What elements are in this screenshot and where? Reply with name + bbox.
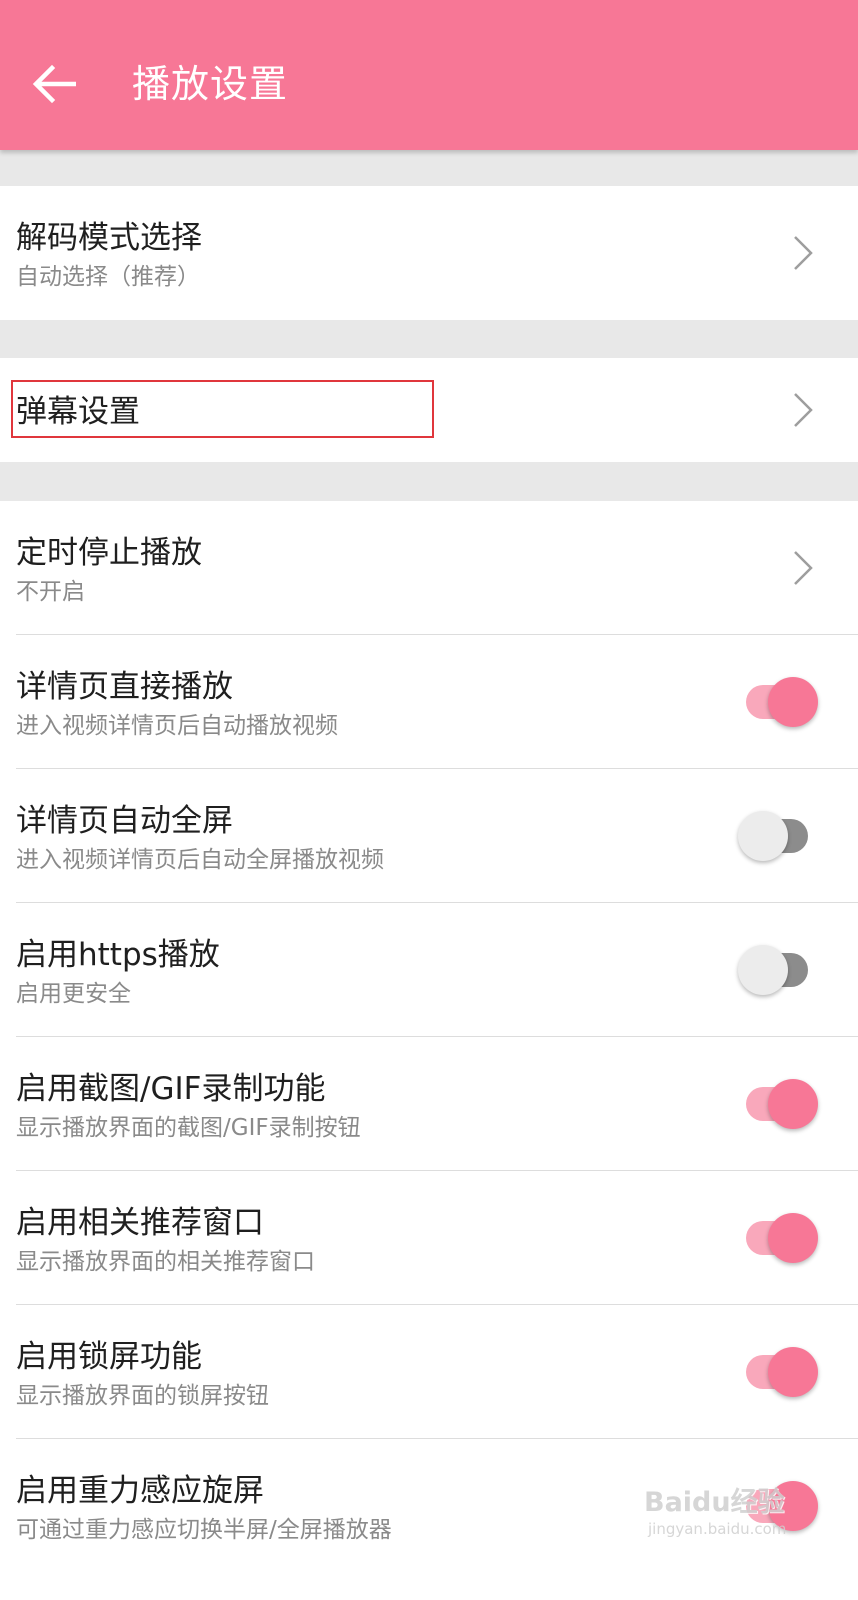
setting-subtitle: 显示播放界面的截图/GIF录制按钮	[16, 1115, 361, 1141]
toggle-knob	[768, 677, 818, 727]
setting-title: 定时停止播放	[16, 535, 202, 571]
setting-subtitle: 进入视频详情页后自动播放视频	[16, 713, 338, 739]
toggle-switch-off[interactable]	[738, 943, 818, 997]
toggle-switch-on[interactable]	[738, 1211, 818, 1265]
setting-title: 详情页自动全屏	[16, 803, 233, 839]
toggle-knob	[768, 1079, 818, 1129]
setting-row-detail-autoplay: 详情页直接播放 进入视频详情页后自动播放视频	[0, 635, 858, 769]
setting-title: 弹幕设置	[16, 394, 140, 430]
toggle-switch-off[interactable]	[738, 809, 818, 863]
page-title: 播放设置	[132, 62, 289, 106]
toggle-knob	[768, 1347, 818, 1397]
setting-subtitle: 启用更安全	[16, 981, 131, 1007]
toggle-knob	[738, 811, 788, 861]
watermark-url: jingyan.baidu.com	[648, 1520, 787, 1538]
setting-title: 启用重力感应旋屏	[16, 1473, 264, 1509]
toggle-switch-on[interactable]	[738, 675, 818, 729]
baidu-jingyan-watermark: Baidu经验 jingyan.baidu.com	[644, 1480, 824, 1550]
toggle-knob	[768, 1213, 818, 1263]
toggle-switch-on[interactable]	[738, 1345, 818, 1399]
chevron-right-icon	[794, 393, 813, 427]
chevron-right-icon	[794, 551, 813, 585]
setting-subtitle: 显示播放界面的锁屏按钮	[16, 1383, 269, 1409]
setting-subtitle: 自动选择（推荐）	[16, 264, 200, 290]
setting-row-timer-stop[interactable]: 定时停止播放 不开启	[0, 501, 858, 635]
setting-title: 详情页直接播放	[16, 669, 233, 705]
section-playback: 定时停止播放 不开启 详情页直接播放 进入视频详情页后自动播放视频 详情页自动全…	[0, 501, 858, 1600]
setting-row-https: 启用https播放 启用更安全	[0, 903, 858, 1037]
setting-row-screen-lock: 启用锁屏功能 显示播放界面的锁屏按钮	[0, 1305, 858, 1439]
setting-row-related-window: 启用相关推荐窗口 显示播放界面的相关推荐窗口	[0, 1171, 858, 1305]
setting-row-danmaku[interactable]: 弹幕设置	[0, 358, 858, 462]
setting-title: 启用https播放	[16, 937, 220, 973]
setting-title: 启用锁屏功能	[16, 1339, 202, 1375]
section-danmaku: 弹幕设置	[0, 358, 858, 462]
setting-title: 启用截图/GIF录制功能	[16, 1071, 326, 1107]
app-header: 播放设置	[0, 0, 858, 150]
section-decoder: 解码模式选择 自动选择（推荐）	[0, 186, 858, 320]
setting-title: 启用相关推荐窗口	[16, 1205, 264, 1241]
setting-subtitle: 可通过重力感应切换半屏/全屏播放器	[16, 1517, 392, 1543]
setting-row-screenshot-gif: 启用截图/GIF录制功能 显示播放界面的截图/GIF录制按钮	[0, 1037, 858, 1171]
back-button[interactable]	[22, 52, 86, 116]
chevron-right-icon	[794, 236, 813, 270]
toggle-knob	[738, 945, 788, 995]
toggle-switch-on[interactable]	[738, 1077, 818, 1131]
watermark-logo-text: Baidu经验	[644, 1487, 785, 1518]
setting-subtitle: 显示播放界面的相关推荐窗口	[16, 1249, 315, 1275]
setting-title: 解码模式选择	[16, 220, 202, 256]
arrow-left-icon	[32, 64, 76, 104]
setting-row-detail-fullscreen: 详情页自动全屏 进入视频详情页后自动全屏播放视频	[0, 769, 858, 903]
setting-subtitle: 不开启	[16, 579, 85, 605]
setting-row-decoder-mode[interactable]: 解码模式选择 自动选择（推荐）	[0, 186, 858, 320]
setting-subtitle: 进入视频详情页后自动全屏播放视频	[16, 847, 384, 873]
